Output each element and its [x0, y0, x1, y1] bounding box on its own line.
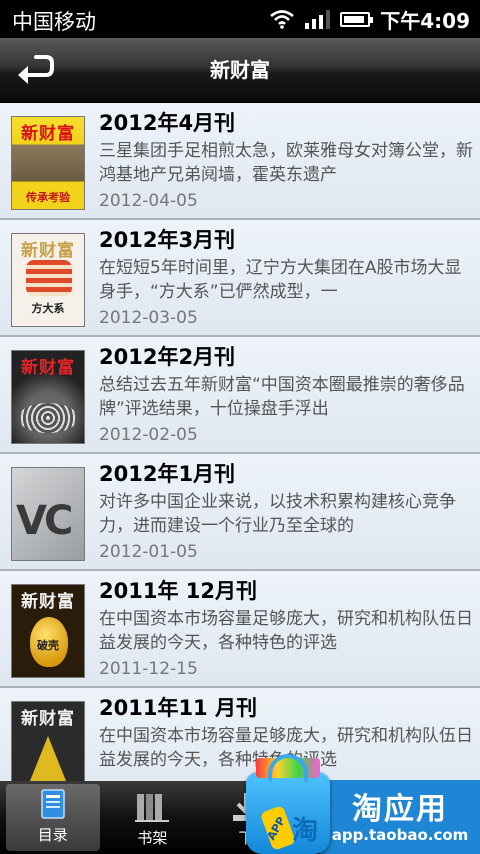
issue-date: 2012-01-05 — [99, 542, 198, 562]
issue-cover-image: VC — [11, 467, 85, 561]
bookshelf-icon — [135, 794, 170, 822]
cover-subtitle: 传承考验 — [26, 191, 70, 204]
catalog-icon — [41, 789, 65, 819]
issue-cover-image: 新财富 传承考验 — [11, 116, 85, 210]
issue-item[interactable]: 新财富 破壳 2011年 12月刊 在中国资本市场容量足够庞大，研究和机构队伍日… — [0, 571, 480, 688]
issue-date: 2012-03-05 — [99, 308, 198, 328]
issue-title: 2012年4月刊 — [99, 111, 236, 135]
issue-date: 2011-12-15 — [99, 659, 198, 679]
clock: 下午4:09 — [380, 8, 470, 33]
tab-label: 书架 — [137, 829, 168, 847]
issue-description: 在短短5年时间里，辽宁方大集团在A股市场大显身手，“方大系”已俨然成型，一 — [99, 258, 462, 302]
cover-title: 新财富 — [21, 709, 75, 729]
signal-icon — [305, 9, 331, 29]
tab-label: 目录 — [37, 826, 68, 844]
wifi-icon — [270, 10, 295, 29]
issue-title: 2012年2月刊 — [99, 345, 236, 369]
issue-title: 2012年3月刊 — [99, 228, 236, 252]
status-bar: 中国移动 下午4:09 — [0, 0, 480, 38]
promo-title: 淘应用 — [352, 792, 448, 827]
tab-catalog[interactable]: 目录 — [6, 784, 100, 851]
title-bar: 新财富 — [0, 38, 480, 103]
cover-subtitle: 方大系 — [31, 302, 65, 315]
carrier-name: 中国移动 — [12, 10, 96, 34]
promo-url: app.taobao.com — [331, 826, 469, 844]
issue-cover-image: 新财富 — [11, 350, 85, 444]
issue-title: 2011年11 月刊 — [99, 696, 257, 720]
issue-item[interactable]: VC 2012年1月刊 对许多中国企业来说，以技术积累构建核心竞争力，进而建设一… — [0, 454, 480, 571]
cover-title: 新财富 — [21, 592, 75, 612]
issue-title: 2012年1月刊 — [99, 462, 236, 486]
issue-date: 2012-04-05 — [99, 191, 198, 211]
issue-cover-image: 新财富 方大系 — [11, 233, 85, 327]
issue-cover-image: 新财富 破壳 — [11, 584, 85, 678]
shopping-bag-icon: APP 淘 — [246, 754, 330, 854]
issue-description: 总结过去五年新财富“中国资本圈最推崇的奢侈品牌”评选结果，十位操盘手浮出 — [99, 375, 465, 419]
taobao-app-promo[interactable]: 淘应用 app.taobao.com APP 淘 — [240, 752, 480, 854]
issue-cover-image: 新财富 — [11, 701, 85, 781]
issue-description: 三星集团手足相煎太急，欧莱雅母女对簿公堂，新鸿基地产兄弟阋墙，霍英东遗产 — [99, 141, 473, 185]
cover-subtitle: 破壳 — [37, 639, 59, 652]
cover-title: 新财富 — [21, 241, 75, 261]
cover-title: 新财富 — [21, 358, 75, 378]
issue-list[interactable]: 新财富 传承考验 2012年4月刊 三星集团手足相煎太急，欧莱雅母女对簿公堂，新… — [0, 103, 480, 781]
cover-title: 新财富 — [21, 124, 75, 144]
issue-item[interactable]: 新财富 方大系 2012年3月刊 在短短5年时间里，辽宁方大集团在A股市场大显身… — [0, 220, 480, 337]
promo-banner: 淘应用 app.taobao.com — [320, 780, 480, 854]
promo-bag-glyph: 淘 — [292, 816, 319, 846]
issue-description: 在中国资本市场容量足够庞大，研究和机构队伍日益发展的今天，各种特色的评选 — [99, 609, 473, 653]
tab-bookshelf[interactable]: 书架 — [106, 781, 200, 854]
issue-item[interactable]: 新财富 2012年2月刊 总结过去五年新财富“中国资本圈最推崇的奢侈品牌”评选结… — [0, 337, 480, 454]
issue-date: 2012-02-05 — [99, 425, 198, 445]
status-icons: 下午4:09 — [269, 6, 470, 33]
issue-description: 对许多中国企业来说，以技术积累构建核心竞争力，进而建设一个行业乃至全球的 — [99, 492, 456, 536]
battery-icon — [340, 11, 374, 27]
issue-item[interactable]: 新财富 传承考验 2012年4月刊 三星集团手足相煎太急，欧莱雅母女对簿公堂，新… — [0, 103, 480, 220]
page-title: 新财富 — [210, 58, 270, 82]
issue-title: 2011年 12月刊 — [99, 579, 257, 603]
